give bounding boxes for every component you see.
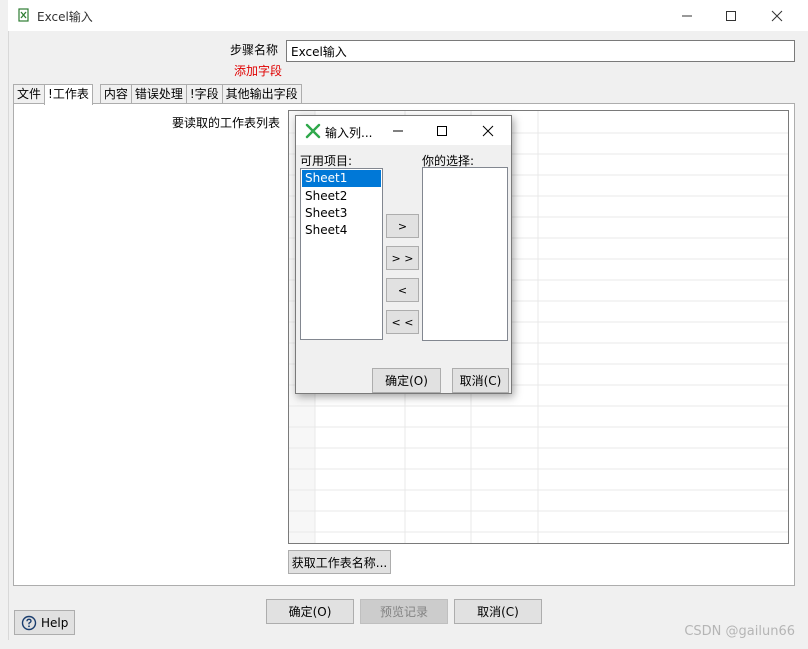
available-items-list[interactable]: Sheet1 Sheet2 Sheet3 Sheet4 [300, 168, 383, 340]
watermark: CSDN @gailun66 [684, 624, 795, 639]
maximize-icon [726, 10, 736, 21]
dialog-cancel-button[interactable]: 取消(C) [452, 368, 509, 393]
close-icon [771, 10, 783, 21]
maximize-button[interactable] [708, 0, 754, 31]
help-label: Help [41, 615, 69, 630]
tab-fields[interactable]: !字段 [185, 84, 223, 104]
tab-other-output-fields[interactable]: 其他输出字段 [221, 84, 302, 104]
selected-items-list[interactable] [422, 167, 508, 341]
minimize-icon [682, 15, 692, 16]
dialog-ok-button[interactable]: 确定(O) [372, 368, 441, 393]
cancel-button[interactable]: 取消(C) [454, 599, 542, 624]
tab-error-handling[interactable]: 错误处理 [130, 84, 187, 104]
tab-file[interactable]: 文件 [13, 84, 46, 104]
minimize-button[interactable] [664, 0, 710, 31]
close-icon [482, 125, 494, 136]
minimize-icon [393, 130, 403, 131]
list-item-sheet3[interactable]: Sheet3 [302, 205, 381, 222]
list-item-sheet4[interactable]: Sheet4 [302, 222, 381, 239]
help-icon [21, 615, 37, 630]
window-title: Excel输入 [37, 10, 93, 24]
get-sheet-names-button[interactable]: 获取工作表名称... [288, 550, 391, 574]
sheet-list-label: 要读取的工作表列表 [171, 116, 280, 130]
add-field-link[interactable]: 添加字段 [180, 62, 282, 79]
move-all-left-button[interactable]: < < [386, 310, 419, 334]
available-items-label: 可用项目: [300, 154, 353, 168]
list-item-sheet2[interactable]: Sheet2 [302, 188, 381, 205]
move-all-right-button[interactable]: > > [386, 246, 419, 270]
tab-sheets[interactable]: !工作表 [44, 84, 93, 105]
help-button[interactable]: Help [14, 610, 75, 635]
dialog-title: 输入列... [325, 126, 373, 140]
dialog-app-icon [305, 123, 321, 139]
tab-content[interactable]: 内容 [99, 84, 132, 104]
ok-button[interactable]: 确定(O) [266, 599, 354, 624]
preview-records-button[interactable]: 预览记录 [360, 599, 448, 624]
dialog-maximize-button[interactable] [420, 116, 464, 145]
tab-bar: 文件 !工作表 内容 错误处理 !字段 其他输出字段 [13, 84, 302, 105]
close-button[interactable] [754, 0, 800, 31]
move-right-button[interactable]: > [386, 214, 419, 238]
step-name-input[interactable]: Excel输入 [286, 40, 795, 62]
maximize-icon [437, 125, 447, 136]
step-name-label: 步骤名称 [229, 43, 278, 57]
app-icon [18, 8, 30, 22]
list-item-sheet1[interactable]: Sheet1 [302, 170, 381, 187]
dialog-minimize-button[interactable] [376, 116, 420, 145]
move-left-button[interactable]: < [386, 278, 419, 302]
dialog-close-button[interactable] [465, 116, 511, 145]
input-columns-dialog: 输入列... 可用项目: Sheet1 Sheet2 Sheet3 Sheet4… [295, 115, 512, 394]
